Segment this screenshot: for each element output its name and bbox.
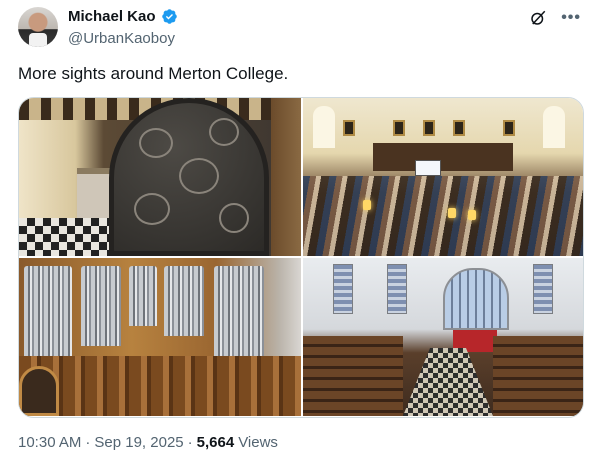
door-scrollwork bbox=[219, 203, 249, 233]
portrait bbox=[423, 120, 435, 136]
organ-pipes bbox=[24, 266, 72, 361]
door-photo[interactable] bbox=[19, 98, 301, 256]
dining-hall-photo[interactable] bbox=[303, 98, 583, 256]
organ-pipes bbox=[81, 266, 121, 346]
portrait bbox=[503, 120, 515, 136]
side-window bbox=[333, 264, 353, 314]
grok-icon[interactable] bbox=[529, 9, 547, 27]
east-window bbox=[443, 268, 509, 330]
organ-pipes bbox=[164, 266, 204, 336]
hall-window bbox=[543, 106, 565, 148]
portrait bbox=[343, 120, 355, 136]
door-scrollwork bbox=[209, 118, 239, 146]
verified-badge-icon[interactable] bbox=[161, 8, 178, 25]
meta-separator: · bbox=[85, 434, 91, 451]
organ-arch bbox=[19, 366, 59, 416]
tweet-meta: 10:30 AM · Sep 19, 2025 · 5,664 Views bbox=[18, 434, 278, 451]
diners bbox=[303, 176, 583, 256]
table-lamp bbox=[363, 200, 371, 210]
avatar[interactable] bbox=[18, 7, 58, 47]
chapel-photo[interactable] bbox=[303, 258, 583, 416]
tweet-actions-top: ••• bbox=[529, 9, 581, 27]
more-icon[interactable]: ••• bbox=[561, 9, 581, 27]
organ-case bbox=[19, 356, 301, 416]
projection-screen bbox=[415, 160, 441, 176]
author-name-row: Michael Kao bbox=[68, 8, 178, 25]
door-scrollwork bbox=[139, 128, 173, 158]
portrait bbox=[393, 120, 405, 136]
table-lamp bbox=[448, 208, 456, 218]
media-grid bbox=[18, 97, 584, 418]
author-handle[interactable]: @UrbanKaoboy bbox=[68, 30, 175, 47]
table-lamp bbox=[468, 210, 476, 220]
pews-left bbox=[303, 336, 403, 416]
door-scrollwork bbox=[134, 193, 170, 225]
views-count: 5,664 bbox=[196, 434, 235, 451]
hall-window bbox=[313, 106, 335, 148]
author-display-name[interactable]: Michael Kao bbox=[68, 8, 156, 25]
side-window bbox=[533, 264, 553, 314]
tweet-date[interactable]: Sep 19, 2025 bbox=[94, 434, 183, 451]
organ-pipes bbox=[214, 266, 264, 366]
wood-panelling bbox=[373, 143, 513, 171]
pews-right bbox=[493, 336, 583, 416]
tweet-time[interactable]: 10:30 AM bbox=[18, 434, 81, 451]
organ-pipes bbox=[129, 266, 157, 326]
door-scrollwork bbox=[179, 158, 219, 194]
tiled-aisle bbox=[403, 348, 493, 416]
door-frame bbox=[271, 98, 301, 256]
portrait bbox=[453, 120, 465, 136]
side-window bbox=[387, 264, 407, 314]
avatar-shirt bbox=[29, 33, 47, 47]
organ-photo[interactable] bbox=[19, 258, 301, 416]
meta-separator: · bbox=[187, 434, 193, 451]
views-label: Views bbox=[238, 434, 278, 451]
tweet-text: More sights around Merton College. bbox=[18, 64, 289, 83]
